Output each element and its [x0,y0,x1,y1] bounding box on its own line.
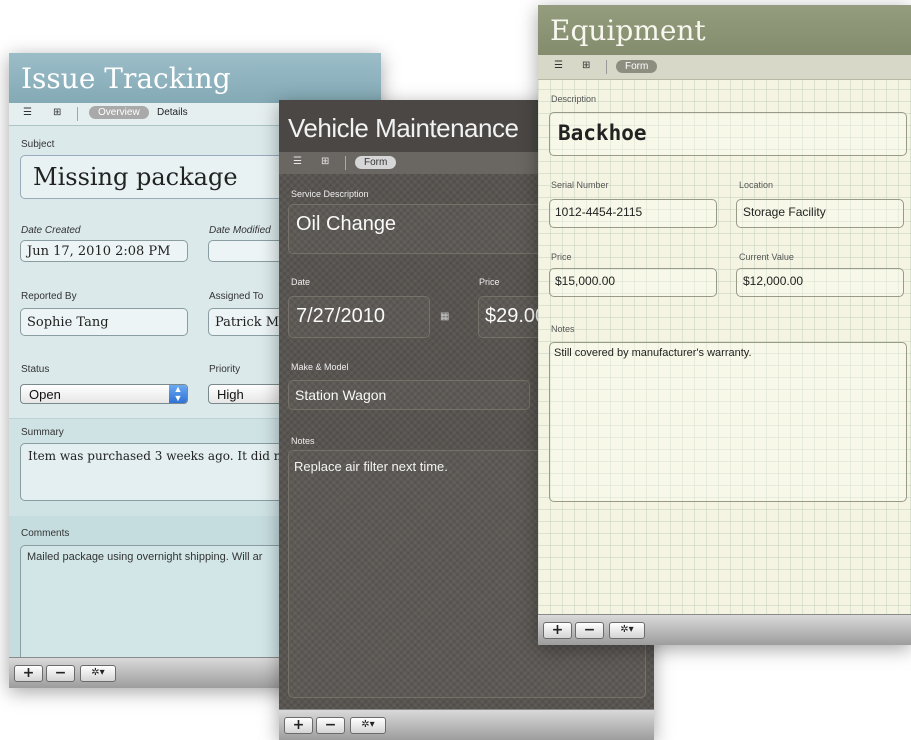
add-record-button[interactable]: + [543,622,572,639]
price-value: $29.00 [485,305,547,327]
equipment-header: Equipment [538,5,911,55]
list-view-icon[interactable]: ☰ [554,60,563,71]
summary-label: Summary [21,427,64,438]
assigned-to-value: Patrick Mu [215,315,288,330]
price-label: Price [551,252,572,262]
serial-number-field[interactable]: 1012-4454-2115 [549,199,717,228]
priority-label: Priority [209,364,241,375]
date-modified-label: Date Modified [209,225,271,236]
grid-view-icon[interactable]: ⊞ [582,60,590,71]
description-label: Description [551,94,597,104]
calendar-icon[interactable]: ▦ [440,311,449,322]
add-record-button[interactable]: + [14,665,43,682]
gear-icon[interactable]: ✲▾ [609,622,645,639]
reported-by-label: Reported By [21,291,77,302]
current-value-label: Current Value [739,252,794,262]
equipment-bottom-bar: + − ✲▾ [538,614,911,645]
popup-arrows-icon: ▲ ▼ [169,385,187,403]
date-label: Date [291,277,311,287]
grid-view-icon[interactable]: ⊞ [321,156,329,167]
window-title: Equipment [550,14,706,47]
gear-icon[interactable]: ✲▾ [350,717,386,734]
status-select[interactable]: Open ▲ ▼ [20,384,188,404]
remove-record-button[interactable]: − [46,665,75,682]
window-title: Issue Tracking [21,62,231,95]
window-title: Vehicle Maintenance [288,113,519,143]
price-label: Price [479,277,500,287]
service-description-label: Service Description [291,189,369,199]
tab-overview[interactable]: Overview [89,106,149,119]
serial-number-value: 1012-4454-2115 [555,205,643,219]
comments-label: Comments [21,528,70,539]
toolbar-divider [345,156,346,170]
tab-form[interactable]: Form [616,60,658,73]
location-field[interactable]: Storage Facility [736,199,904,228]
remove-record-button[interactable]: − [575,622,604,639]
notes-value: Still covered by manufacturer's warranty… [554,347,752,359]
add-record-button[interactable]: + [284,717,313,734]
description-field[interactable]: Backhoe [549,112,907,156]
make-model-label: Make & Model [291,362,349,372]
issue-header: Issue Tracking [9,53,381,103]
make-model-value: Station Wagon [295,387,387,403]
make-model-field[interactable]: Station Wagon [288,380,530,410]
list-view-icon[interactable]: ☰ [293,156,302,167]
notes-value: Replace air filter next time. [294,459,448,474]
notes-label: Notes [291,436,315,446]
comments-value: Mailed package using overnight shipping.… [27,551,263,563]
description-value: Backhoe [558,121,647,145]
list-view-icon[interactable]: ☰ [23,107,32,118]
notes-label: Notes [551,324,575,334]
subject-label: Subject [21,139,55,150]
service-description-value: Oil Change [296,213,397,235]
notes-field[interactable]: Still covered by manufacturer's warranty… [549,342,907,502]
serial-number-label: Serial Number [551,180,609,190]
grid-view-icon[interactable]: ⊞ [53,107,61,118]
location-value: Storage Facility [743,205,826,219]
gear-icon[interactable]: ✲▾ [80,665,116,682]
price-value: $15,000.00 [555,274,616,288]
date-created-field[interactable]: Jun 17, 2010 2:08 PM [20,240,188,262]
date-created-value: Jun 17, 2010 2:08 PM [27,244,171,259]
status-label: Status [21,364,50,375]
status-value: Open [29,387,61,402]
current-value-value: $12,000.00 [743,274,804,288]
equipment-window: Equipment ☰ ⊞ Form Description Backhoe S… [538,5,911,645]
vehicle-bottom-bar: + − ✲▾ [279,709,654,740]
assigned-to-label: Assigned To [209,291,264,302]
equipment-toolbar: ☰ ⊞ Form [538,55,911,80]
remove-record-button[interactable]: − [316,717,345,734]
current-value-field[interactable]: $12,000.00 [736,268,904,297]
priority-value: High [217,387,244,402]
reported-by-value: Sophie Tang [27,315,109,330]
date-value: 7/27/2010 [296,305,385,327]
subject-value: Missing package [33,163,238,191]
tab-form[interactable]: Form [355,156,397,169]
summary-value: Item was purchased 3 weeks ago. It did n… [28,449,294,463]
date-created-label: Date Created [21,225,81,236]
reported-by-field[interactable]: Sophie Tang [20,308,188,336]
location-label: Location [739,180,774,190]
tab-details[interactable]: Details [157,107,188,118]
price-field[interactable]: $15,000.00 [549,268,717,297]
toolbar-divider [77,107,78,121]
date-field[interactable]: 7/27/2010 [288,296,430,338]
toolbar-divider [606,60,607,74]
